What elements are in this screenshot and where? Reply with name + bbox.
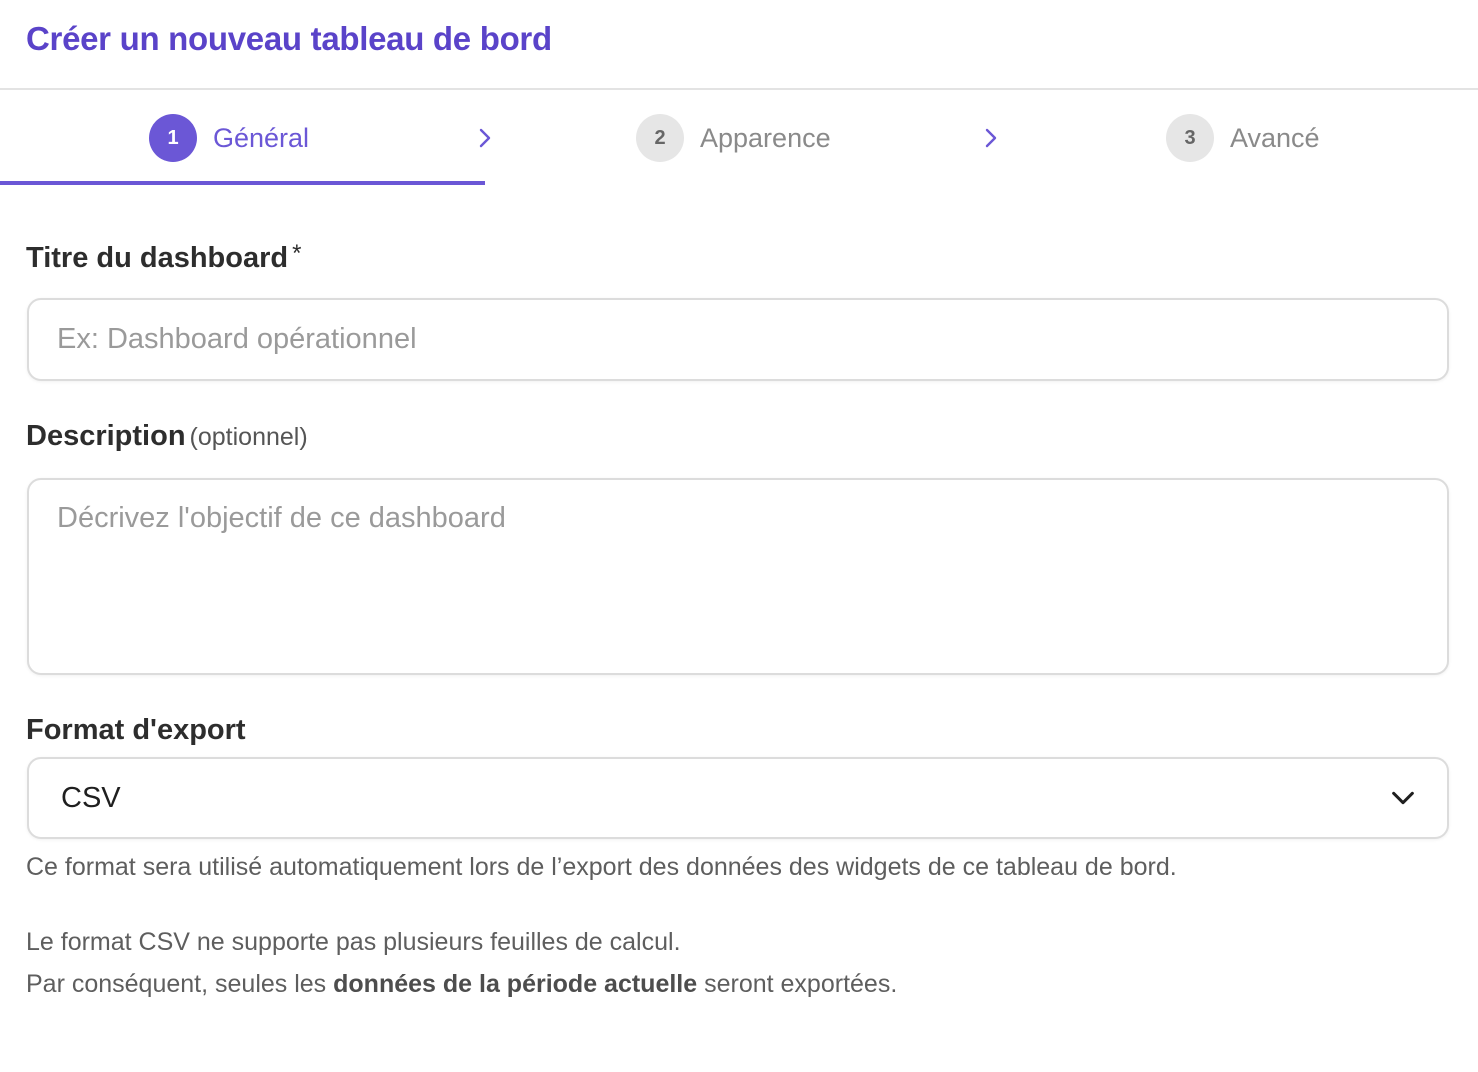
dashboard-title-input[interactable] <box>27 298 1449 381</box>
description-label-text: Description <box>26 420 186 452</box>
step-label: Avancé <box>1230 122 1320 153</box>
csv-note-line2: Par conséquent, seules les données de la… <box>26 970 897 999</box>
step-label: Général <box>213 122 310 153</box>
page-title: Créer un nouveau tableau de bord <box>26 20 552 57</box>
step-avance[interactable]: 3 Avancé <box>1166 114 1320 162</box>
description-textarea[interactable] <box>27 478 1449 675</box>
step-apparence[interactable]: 2 Apparence <box>636 114 831 162</box>
chevron-right-icon <box>479 128 491 148</box>
step-number: 1 <box>149 114 197 162</box>
required-mark: * <box>292 240 302 267</box>
csv-note-bold: données de la période actuelle <box>333 970 698 998</box>
step-label: Apparence <box>700 122 831 153</box>
chevron-right-icon <box>985 128 997 148</box>
export-format-value: CSV <box>61 781 121 814</box>
csv-note-suffix: seront exportées. <box>697 970 898 998</box>
export-format-select[interactable]: CSV <box>27 757 1449 839</box>
export-format-help: Ce format sera utilisé automatiquement l… <box>26 853 1177 881</box>
export-format-label: Format d'export <box>26 714 246 746</box>
chevron-down-icon <box>1392 791 1414 805</box>
step-general[interactable]: 1 Général <box>149 114 309 162</box>
step-number: 3 <box>1166 114 1214 162</box>
title-label-text: Titre du dashboard <box>26 242 289 274</box>
optional-text: (optionnel) <box>189 423 308 451</box>
stepper: 1 Général 2 Apparence 3 Avancé <box>0 90 1478 186</box>
modal-header: Créer un nouveau tableau de bord <box>0 0 1478 90</box>
csv-note-line1: Le format CSV ne supporte pas plusieurs … <box>26 928 681 956</box>
csv-note-prefix: Par conséquent, seules les <box>26 970 334 998</box>
description-field-label: Description (optionnel) <box>26 420 308 453</box>
step-number: 2 <box>636 114 684 162</box>
active-step-indicator <box>0 181 485 185</box>
title-field-label: Titre du dashboard * <box>26 240 301 275</box>
